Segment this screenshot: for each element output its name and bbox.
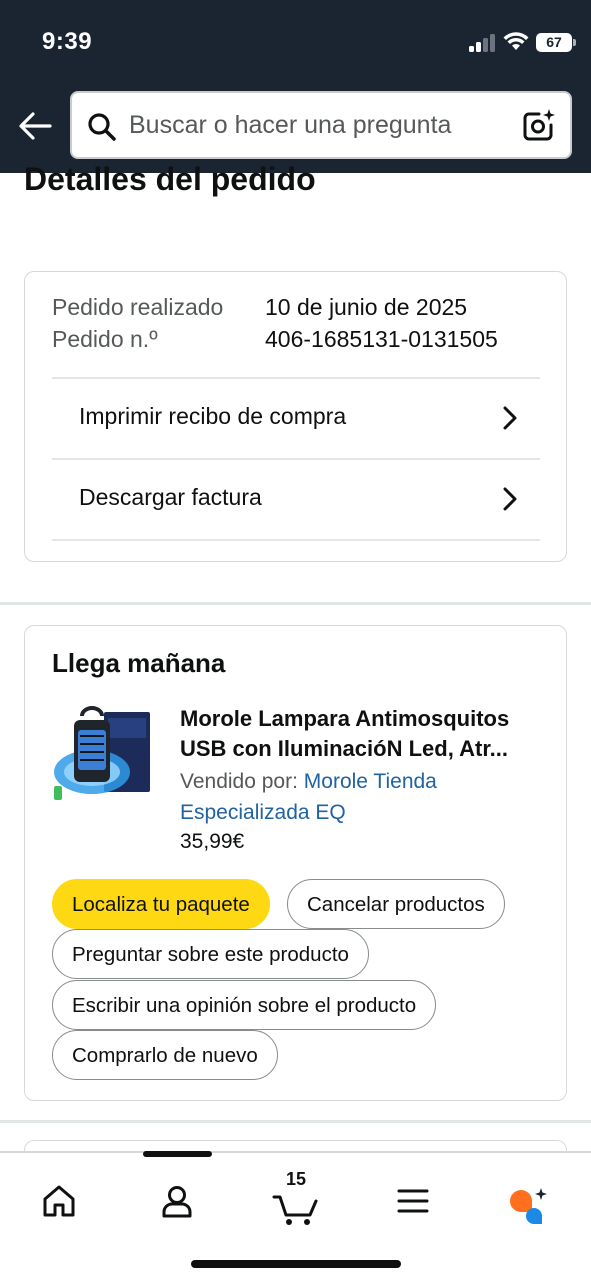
delivery-status-title: Llega mañana [52, 648, 226, 678]
search-icon [88, 113, 116, 141]
product-title-link[interactable]: Morole Lampara Antimosquitos USB con Ilu… [180, 704, 550, 764]
status-time: 9:39 [42, 28, 93, 55]
order-date-value: 10 de junio de 2025 [265, 294, 468, 320]
order-number-label: Pedido n.º [52, 326, 158, 352]
ask-product-question-button[interactable]: Preguntar sobre este producto [52, 929, 369, 979]
cart-count-badge: 15 [285, 1169, 307, 1189]
print-receipt-label: Imprimir recibo de compra [79, 403, 347, 429]
search-input[interactable] [129, 103, 509, 147]
back-button[interactable] [16, 108, 54, 144]
nav-cart[interactable]: 15 [266, 1169, 326, 1231]
download-invoice-label: Descargar factura [79, 484, 262, 510]
product-title-line-1: Morole Lampara Antimosquitos [180, 706, 510, 731]
battery-icon: 67 [536, 33, 576, 52]
order-number-value: 406-1685131-0131505 [265, 326, 498, 352]
nav-home[interactable] [29, 1171, 89, 1231]
divider [52, 539, 540, 541]
drag-handle[interactable] [143, 1151, 212, 1157]
sold-by-label: Vendido por: [180, 770, 298, 793]
cellular-signal-icon [469, 34, 495, 52]
nav-rufus-assistant[interactable] [500, 1171, 560, 1231]
home-indicator [191, 1260, 401, 1268]
home-icon [43, 1185, 75, 1217]
camera-lens-icon[interactable] [520, 107, 556, 143]
top-header: 9:39 67 [0, 0, 591, 173]
delivery-card: Llega mañana Morole Lampara Antimosquito… [24, 625, 567, 1101]
nav-menu[interactable] [383, 1171, 443, 1231]
chevron-right-icon [503, 487, 517, 511]
product-price: 35,99€ [180, 830, 245, 853]
rufus-ai-icon [510, 1188, 547, 1224]
bottom-navigation: 15 [0, 1151, 591, 1280]
arrow-left-icon [19, 112, 52, 140]
section-separator [0, 1120, 591, 1123]
search-bar[interactable] [70, 91, 572, 159]
menu-icon [397, 1189, 429, 1213]
buy-again-button[interactable]: Comprarlo de nuevo [52, 1030, 278, 1080]
wifi-icon [503, 32, 529, 50]
seller-info: Vendido por: Morole Tienda Especializada… [180, 766, 510, 828]
write-review-button[interactable]: Escribir una opinión sobre el producto [52, 980, 437, 1030]
product-image[interactable] [52, 702, 156, 806]
download-invoice-link[interactable]: Descargar factura [52, 460, 540, 538]
chevron-right-icon [503, 406, 517, 430]
product-title-line-2: USB con IluminacióN Led, Atr... [180, 736, 509, 761]
nav-account[interactable] [147, 1171, 207, 1231]
section-separator [0, 602, 591, 605]
track-package-button[interactable]: Localiza tu paquete [52, 879, 270, 929]
print-receipt-link[interactable]: Imprimir recibo de compra [52, 379, 540, 457]
order-info-card: Pedido realizado 10 de junio de 2025 Ped… [24, 271, 567, 562]
page-title: Detalles del pedido [24, 161, 316, 197]
cancel-items-button[interactable]: Cancelar productos [287, 879, 505, 929]
order-date-label: Pedido realizado [52, 294, 224, 320]
account-icon [162, 1186, 192, 1218]
